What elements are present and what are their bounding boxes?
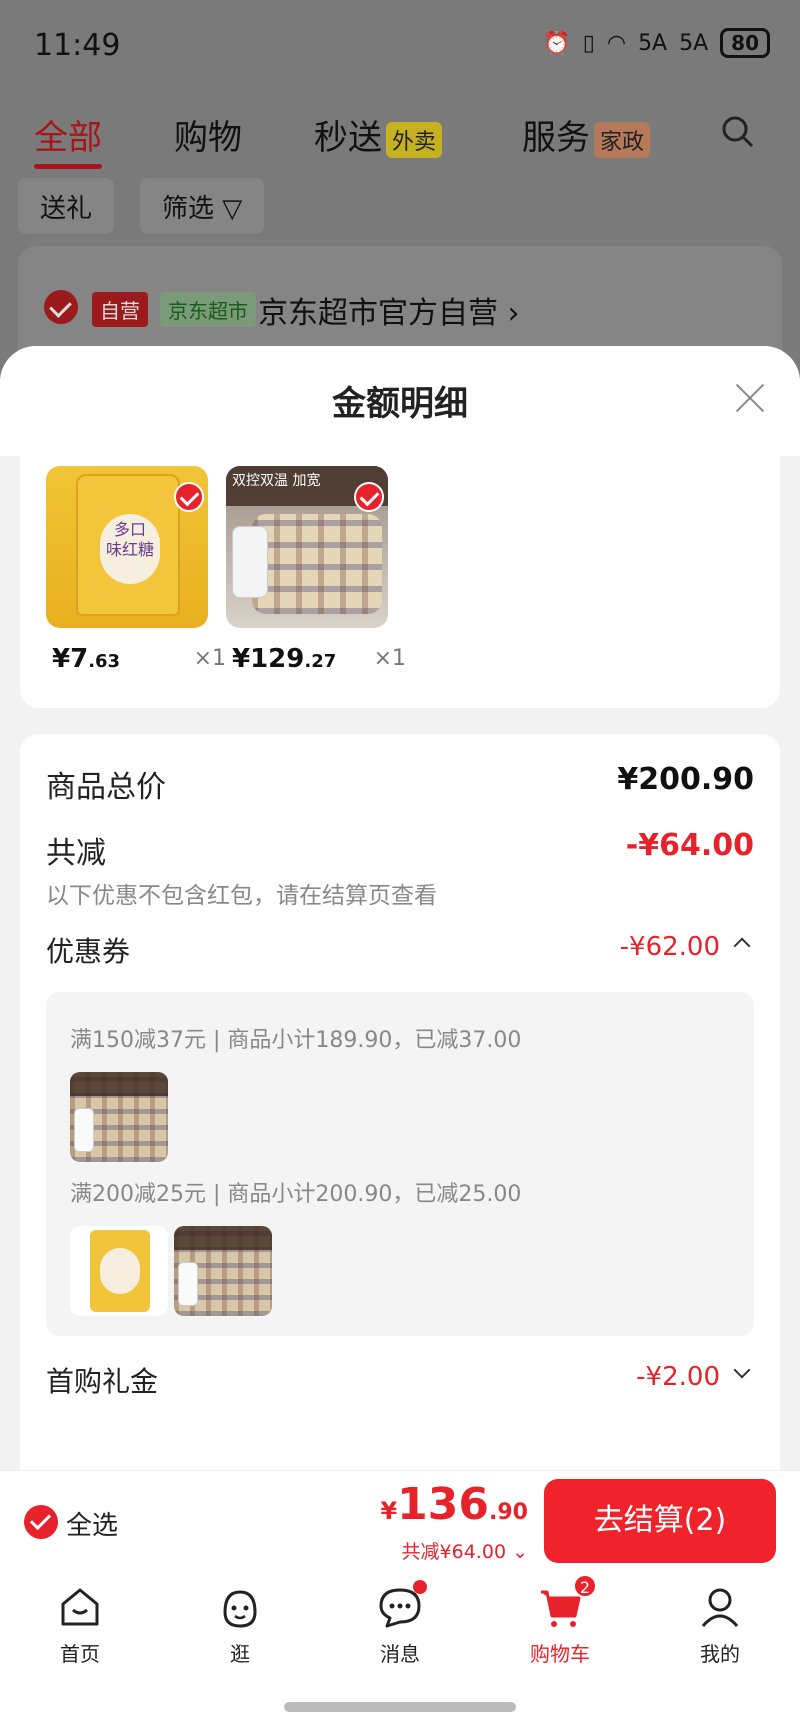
filter-chip[interactable]: 筛选 ▽: [140, 178, 265, 234]
checkout-button[interactable]: 去结算(2): [544, 1479, 776, 1563]
message-icon: [377, 1580, 427, 1630]
takeout-tag: 外卖: [386, 121, 443, 158]
cart-tabs: 全部 购物 秒送 外卖 服务 家政: [0, 92, 800, 172]
total-value: ¥200.90: [617, 762, 754, 797]
item-qty: ×1: [193, 646, 226, 671]
item-blanket[interactable]: 双控双温 加宽 ¥129.27 ×1: [226, 466, 406, 684]
coupon-value: -¥62.00: [619, 932, 720, 962]
coupon-line-1: 满150减37元 | 商品小计189.90，已减37.00: [70, 1028, 522, 1053]
sheet-title: 金额明细: [332, 384, 468, 424]
currency-symbol: ¥: [380, 1497, 398, 1525]
coupon-row[interactable]: 优惠券 -¥62.00: [46, 930, 754, 970]
amount-detail-sheet: 金额明细 多口味红糖 ¥7.63 ×1 双控双温 加宽 ¥129.27 ×1: [0, 346, 800, 1470]
coupon-line-2: 满200减25元 | 商品小计200.90，已减25.00: [70, 1182, 522, 1207]
reduce-label: 共减: [46, 836, 106, 871]
profile-icon: [697, 1584, 743, 1630]
tab-all-label: 全部: [34, 118, 102, 158]
product-image: 多口 味红糖: [46, 466, 208, 628]
signal-icon-2: 5A: [679, 30, 709, 56]
total-dec: .90: [489, 1500, 528, 1525]
nav-messages[interactable]: 消息: [340, 1580, 460, 1667]
item-checkbox[interactable]: [354, 482, 384, 512]
nav-explore[interactable]: 逛: [180, 1584, 300, 1667]
chevron-down-icon: [733, 1361, 751, 1379]
explore-face-icon: [217, 1584, 263, 1630]
coupon-product-blanket-2: [174, 1226, 272, 1316]
select-all-checkbox[interactable]: [24, 1505, 58, 1539]
selected-items: 多口 味红糖 ¥7.63 ×1 双控双温 加宽 ¥129.27 ×1: [20, 456, 780, 708]
funnel-icon: ▽: [222, 194, 243, 224]
coupon-label: 优惠券: [46, 935, 131, 968]
total-label: 商品总价: [46, 770, 166, 805]
cart-total: ¥136.90: [380, 1479, 528, 1530]
filter-row: 送礼 筛选 ▽: [0, 172, 800, 240]
first-gift-label: 首购礼金: [46, 1365, 159, 1398]
nav-me-label: 我的: [700, 1642, 740, 1666]
filter-chip-label: 筛选: [162, 194, 215, 224]
price-summary: 商品总价 ¥200.90 共减 -¥64.00 以下优惠不包含红包，请在结算页查…: [20, 734, 780, 1470]
price-int: ¥7: [52, 644, 89, 674]
home-indicator[interactable]: [284, 1702, 516, 1712]
housekeeping-tag: 家政: [594, 121, 651, 158]
tab-shopping[interactable]: 购物: [174, 110, 242, 159]
first-gift-value: -¥2.00: [636, 1362, 720, 1392]
price-dec: .63: [88, 651, 121, 672]
first-gift-row[interactable]: 首购礼金 -¥2.00: [46, 1360, 754, 1400]
status-icons: ⏰ ▯ ◠ 5A 5A 80: [543, 28, 770, 58]
battery-icon: 80: [720, 28, 770, 58]
tab-service[interactable]: 服务 家政: [522, 110, 651, 159]
item-price: ¥129.27: [232, 644, 336, 674]
nav-home-label: 首页: [60, 1642, 100, 1666]
nav-cart-label: 购物车: [530, 1642, 590, 1666]
store-checkbox[interactable]: [44, 290, 78, 324]
wifi-icon: ◠: [606, 30, 627, 56]
cart-count-badge: 2: [573, 1574, 597, 1598]
chevron-up-icon: [733, 937, 751, 955]
status-bar: 11:49 ⏰ ▯ ◠ 5A 5A 80: [0, 0, 800, 92]
close-icon[interactable]: [734, 382, 766, 414]
product-image: 双控双温 加宽: [226, 466, 388, 628]
nav-explore-label: 逛: [230, 1642, 250, 1666]
search-icon[interactable]: [720, 114, 756, 150]
price-dec: .27: [304, 651, 337, 672]
total-row: 商品总价 ¥200.90: [46, 762, 754, 805]
item-qty: ×1: [373, 646, 406, 671]
coupon-product-blanket: [70, 1072, 168, 1162]
nav-cart[interactable]: 2 购物车: [500, 1574, 620, 1667]
nav-home[interactable]: 首页: [20, 1584, 140, 1667]
supermarket-tag: 京东超市: [160, 292, 256, 327]
item-checkbox[interactable]: [174, 482, 204, 512]
reduce-value: -¥64.00: [625, 828, 754, 863]
gift-chip-label: 送礼: [40, 194, 93, 224]
cart-icon: 2: [537, 1574, 597, 1630]
reduce-row: 共减 -¥64.00: [46, 828, 754, 871]
tab-all[interactable]: 全部: [34, 110, 102, 169]
tab-instant[interactable]: 秒送 外卖: [314, 110, 443, 159]
item-candy[interactable]: 多口 味红糖 ¥7.63 ×1: [46, 466, 226, 684]
gift-chip[interactable]: 送礼: [18, 178, 115, 234]
total-int: 136: [397, 1479, 490, 1530]
checkout-bar: 全选 ¥136.90 共减¥64.00 ⌄ 去结算(2): [0, 1470, 800, 1570]
select-all-label[interactable]: 全选: [66, 1505, 118, 1542]
alarm-icon: ⏰: [543, 30, 571, 56]
tab-shopping-label: 购物: [174, 118, 242, 158]
coupon-detail-box: 满150减37元 | 商品小计189.90，已减37.00 满200减25元 |…: [46, 992, 754, 1336]
message-dot-badge: [413, 1580, 427, 1594]
nav-messages-label: 消息: [380, 1642, 420, 1666]
status-time: 11:49: [34, 28, 121, 63]
nav-me[interactable]: 我的: [660, 1584, 780, 1667]
self-operated-tag: 自营: [92, 292, 148, 327]
sheet-header: 金额明细: [0, 346, 800, 456]
item-price: ¥7.63: [52, 644, 120, 674]
home-icon: [57, 1584, 103, 1630]
tab-service-label: 服务: [522, 118, 590, 158]
signal-icon: 5A: [638, 30, 668, 56]
vibrate-icon: ▯: [582, 30, 595, 56]
price-int: ¥129: [232, 644, 305, 674]
coupon-product-candy: [70, 1226, 168, 1316]
reduce-note: 以下优惠不包含红包，请在结算页查看: [46, 883, 437, 909]
store-name[interactable]: 京东超市官方自营 ›: [258, 288, 520, 332]
tab-instant-label: 秒送: [314, 118, 382, 158]
saved-amount-toggle[interactable]: 共减¥64.00 ⌄: [402, 1537, 528, 1564]
